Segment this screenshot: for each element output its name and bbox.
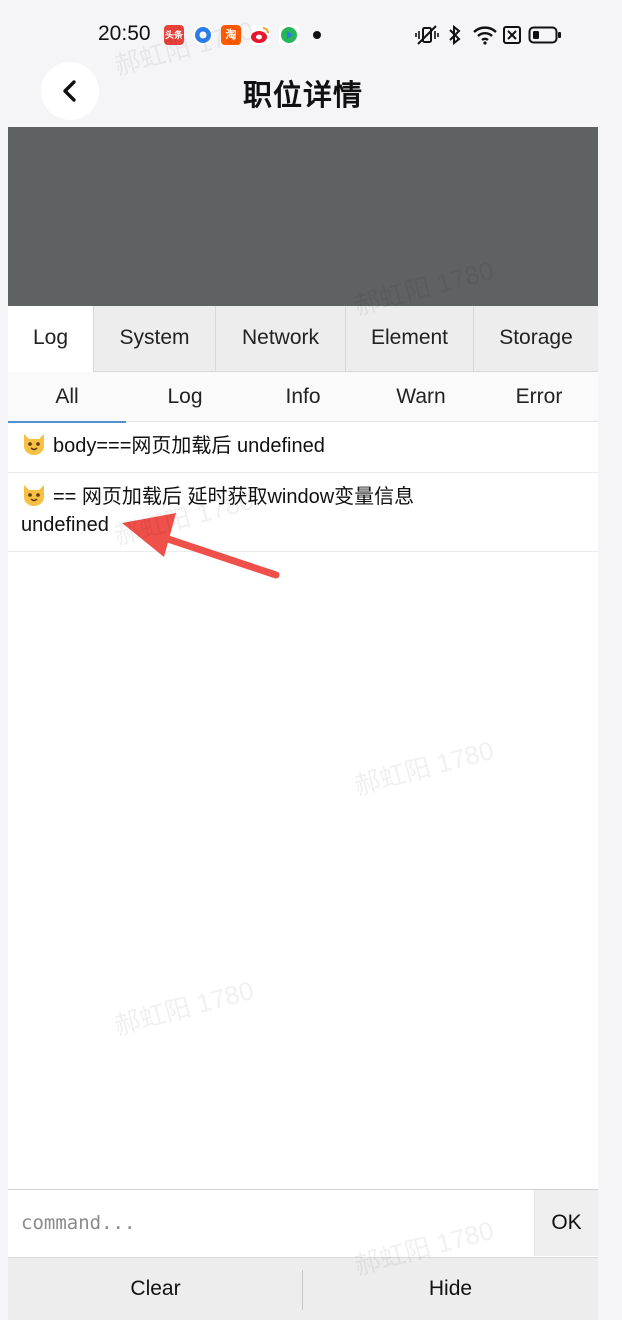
cat-icon: [24, 485, 44, 506]
console-panel: Log System Network Element Storage All L…: [8, 306, 598, 1320]
browser-icon: [193, 25, 213, 45]
log-text: == 网页加载后 延时获取window变量信息: [53, 486, 415, 508]
taobao-icon: 淘: [221, 25, 241, 45]
log-filter-tabs: All Log Info Warn Error: [8, 372, 598, 423]
log-entry[interactable]: body===网页加载后 undefined: [8, 422, 598, 473]
tab-log[interactable]: Log: [8, 306, 94, 372]
subtab-error[interactable]: Error: [480, 372, 598, 422]
log-list: body===网页加载后 undefined == 网页加载后 延时获取wind…: [8, 422, 598, 552]
console-tabs: Log System Network Element Storage: [8, 306, 598, 372]
sim-off-icon: [502, 24, 522, 51]
subtab-info[interactable]: Info: [244, 372, 362, 422]
footer-divider: [302, 1270, 303, 1310]
toutiao-icon: 头条: [164, 25, 184, 45]
battery-icon: [528, 24, 562, 51]
subtab-warn[interactable]: Warn: [362, 372, 480, 422]
log-entry[interactable]: == 网页加载后 延时获取window变量信息 undefined: [8, 473, 598, 552]
video-icon: [279, 25, 299, 45]
cat-icon: [24, 434, 44, 455]
hide-button[interactable]: Hide: [303, 1258, 598, 1320]
console-backdrop[interactable]: [8, 127, 598, 306]
tab-storage[interactable]: Storage: [474, 306, 598, 372]
subtab-all[interactable]: All: [8, 372, 126, 423]
log-value: undefined: [21, 514, 109, 536]
status-time: 20:50: [98, 22, 151, 45]
log-text: body===网页加载后 undefined: [53, 435, 325, 457]
subtab-log[interactable]: Log: [126, 372, 244, 422]
weibo-icon: [250, 25, 270, 45]
clear-button[interactable]: Clear: [8, 1258, 303, 1320]
ok-button[interactable]: OK: [534, 1190, 598, 1256]
bluetooth-icon: [448, 24, 462, 51]
tab-network[interactable]: Network: [216, 306, 346, 372]
console-footer: Clear Hide: [8, 1257, 598, 1320]
page-title: 职位详情: [242, 80, 363, 112]
status-bar: 20:50 头条 淘: [0, 0, 622, 62]
tab-system[interactable]: System: [94, 306, 216, 372]
notification-dot-icon: [313, 31, 321, 39]
tab-element[interactable]: Element: [346, 306, 474, 372]
command-bar: OK: [8, 1189, 598, 1257]
wifi-icon: [472, 24, 498, 51]
command-input[interactable]: [8, 1190, 534, 1256]
vibrate-icon: [415, 24, 439, 51]
